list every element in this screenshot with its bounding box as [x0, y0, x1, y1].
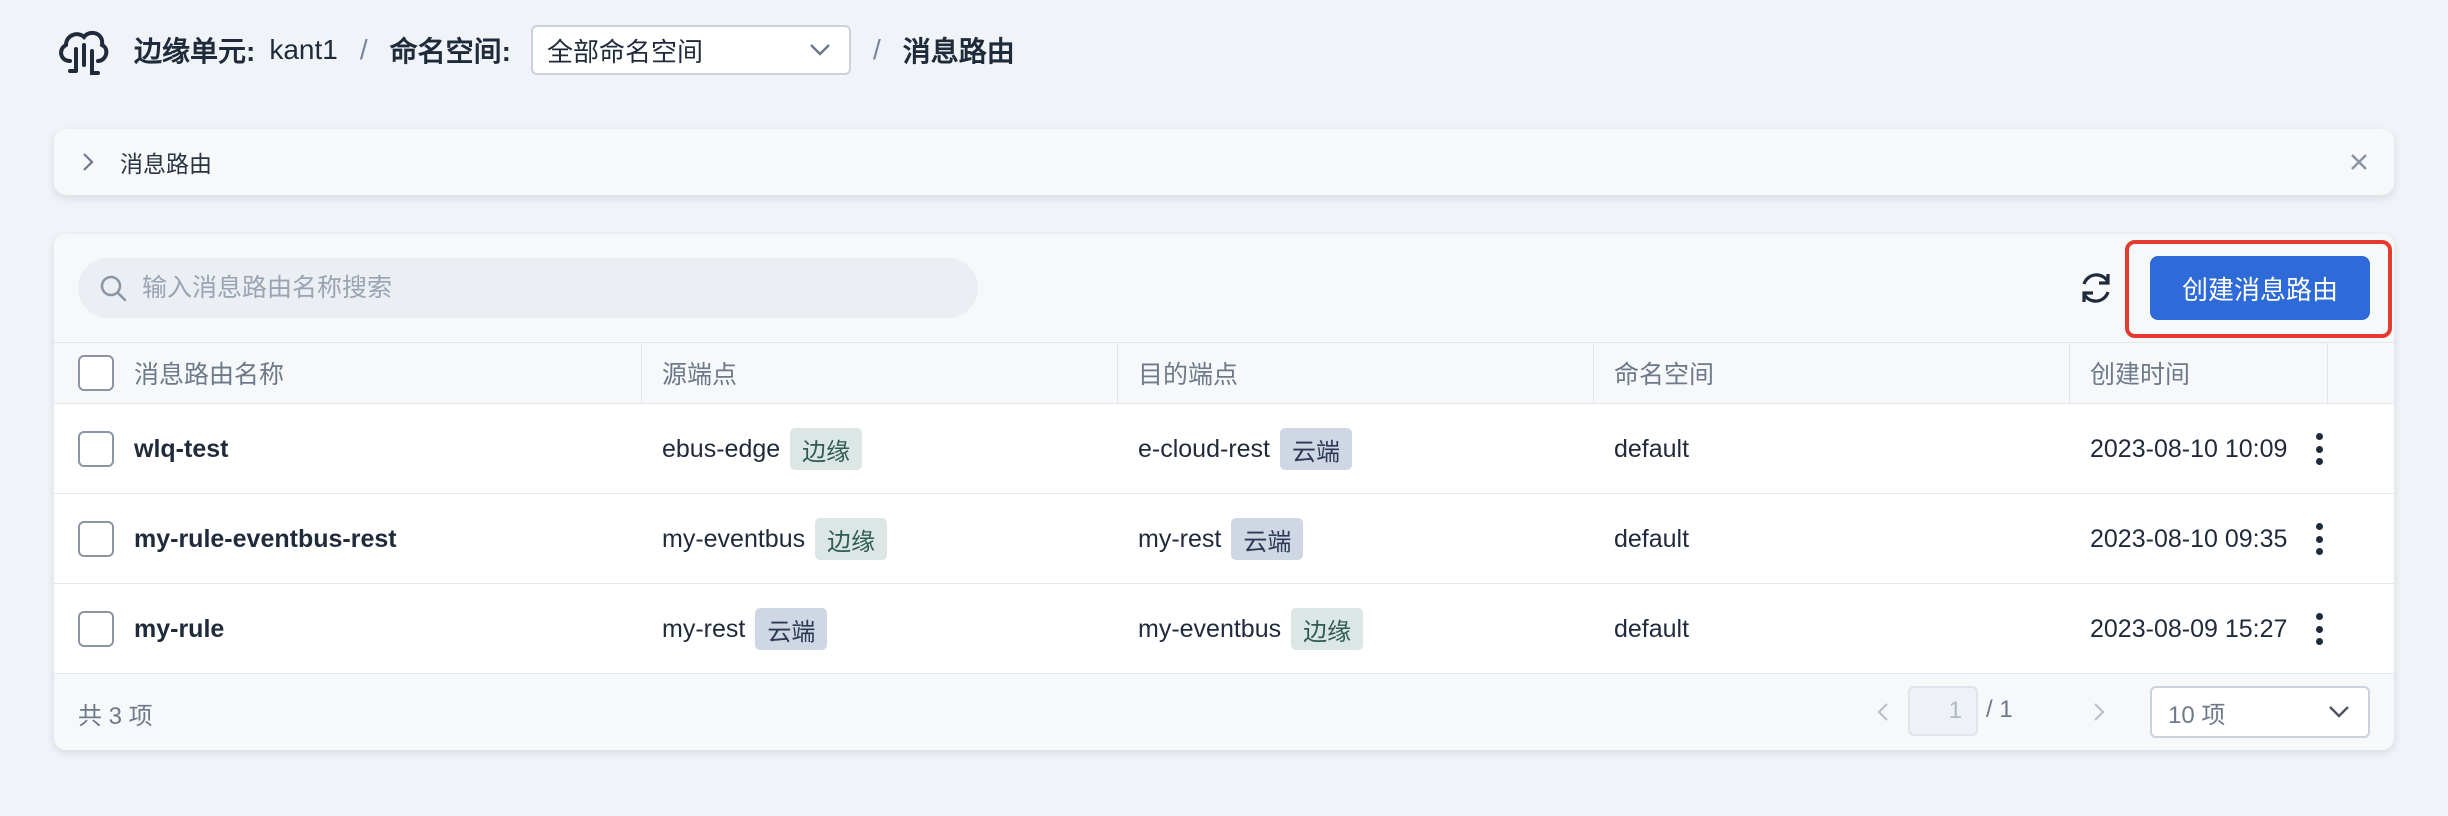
refresh-icon[interactable] — [2074, 266, 2118, 310]
page-size-select[interactable]: 10 项 — [2150, 686, 2370, 738]
total-count: 共 3 项 — [78, 703, 153, 730]
source-endpoint-name: my-rest — [662, 614, 746, 643]
more-vertical-icon[interactable] — [2304, 429, 2334, 469]
select-all-checkbox[interactable] — [78, 355, 114, 391]
cloud-logo-icon — [59, 30, 109, 75]
table-header: 消息路由名称 源端点 目的端点 命名空间 创建时间 — [54, 342, 2394, 404]
info-banner: 消息路由 — [54, 129, 2394, 195]
target-endpoint-name: e-cloud-rest — [1138, 434, 1270, 463]
source-endpoint: ebus-edge 边缘 — [642, 404, 863, 494]
source-endpoint-tag: 边缘 — [790, 428, 863, 470]
namespace-label: 命名空间: — [389, 36, 511, 67]
source-endpoint-tag: 云端 — [755, 608, 828, 650]
edge-unit-value[interactable]: kant1 — [269, 34, 338, 66]
namespace-select-value: 全部命名空间 — [546, 36, 703, 67]
more-vertical-icon[interactable] — [2304, 519, 2334, 559]
target-endpoint-tag: 云端 — [1231, 518, 1304, 560]
target-endpoint: my-eventbus 边缘 — [1118, 584, 1364, 674]
routes-card: 创建消息路由 消息路由名称 源端点 目的端点 命名空间 创建时间 wlq-tes… — [54, 234, 2394, 750]
source-endpoint: my-rest 云端 — [642, 584, 828, 674]
close-icon[interactable] — [2346, 149, 2372, 175]
target-endpoint-name: my-eventbus — [1138, 614, 1282, 643]
chevron-right-icon[interactable] — [2086, 700, 2110, 724]
row-checkbox[interactable] — [78, 611, 114, 647]
target-endpoint-tag: 云端 — [1280, 428, 1352, 470]
route-name[interactable]: my-rule — [114, 584, 224, 674]
page-number-input[interactable]: 1 — [1908, 686, 1978, 736]
column-header-name[interactable]: 消息路由名称 — [114, 343, 642, 403]
search-icon — [100, 275, 127, 302]
chevron-left-icon[interactable] — [1872, 700, 1896, 724]
created-time-cell: 2023-08-10 10:09 — [2090, 434, 2288, 463]
breadcrumb-current: 消息路由 — [902, 36, 1015, 67]
edge-unit-label: 边缘单元: — [134, 36, 256, 67]
target-endpoint-name: my-rest — [1138, 524, 1222, 553]
created-time-cell: 2023-08-09 15:27 — [2090, 614, 2288, 643]
route-name[interactable]: wlq-test — [114, 404, 228, 494]
namespace-cell: default — [1614, 524, 1690, 553]
toolbar: 创建消息路由 — [54, 234, 2394, 342]
source-endpoint-name: ebus-edge — [662, 434, 781, 463]
page-size-value: 10 项 — [2168, 701, 2226, 729]
pagination-footer: 共 3 项 1 / 1 10 项 — [54, 674, 2394, 750]
search-input[interactable] — [142, 273, 922, 303]
namespace-cell: default — [1614, 614, 1690, 643]
breadcrumb-separator: / — [872, 34, 881, 65]
route-name[interactable]: my-rule-eventbus-rest — [114, 494, 397, 584]
created-time-cell: 2023-08-10 09:35 — [2090, 524, 2288, 553]
column-header-namespace[interactable]: 命名空间 — [1594, 343, 2070, 403]
row-checkbox[interactable] — [78, 431, 114, 467]
source-endpoint: my-eventbus 边缘 — [642, 494, 888, 584]
column-header-source[interactable]: 源端点 — [642, 343, 1118, 403]
header-breadcrumb: 边缘单元: kant1 / 命名空间: 全部命名空间 / 消息路由 — [54, 20, 1015, 80]
table-row[interactable]: my-rule my-rest 云端 my-eventbus 边缘 defaul… — [54, 584, 2394, 674]
target-endpoint: my-rest 云端 — [1118, 494, 1304, 584]
namespace-cell: default — [1614, 434, 1690, 463]
row-checkbox[interactable] — [78, 521, 114, 557]
column-header-created[interactable]: 创建时间 — [2070, 343, 2328, 403]
more-vertical-icon[interactable] — [2304, 609, 2334, 649]
table-row[interactable]: my-rule-eventbus-rest my-eventbus 边缘 my-… — [54, 494, 2394, 584]
total-pages: / 1 — [1986, 696, 2013, 723]
source-endpoint-tag: 边缘 — [815, 518, 888, 560]
breadcrumb-separator: / — [359, 34, 368, 65]
chevron-right-icon[interactable] — [76, 150, 100, 174]
chevron-down-icon — [2329, 706, 2349, 718]
target-endpoint: e-cloud-rest 云端 — [1118, 404, 1352, 494]
namespace-select[interactable]: 全部命名空间 — [530, 25, 851, 75]
banner-title: 消息路由 — [120, 151, 212, 177]
column-header-target[interactable]: 目的端点 — [1118, 343, 1594, 403]
source-endpoint-name: my-eventbus — [662, 524, 806, 553]
chevron-down-icon — [810, 44, 830, 56]
search-box[interactable] — [78, 258, 978, 318]
target-endpoint-tag: 边缘 — [1291, 608, 1364, 650]
create-route-button[interactable]: 创建消息路由 — [2150, 256, 2370, 320]
table-row[interactable]: wlq-test ebus-edge 边缘 e-cloud-rest 云端 de… — [54, 404, 2394, 494]
